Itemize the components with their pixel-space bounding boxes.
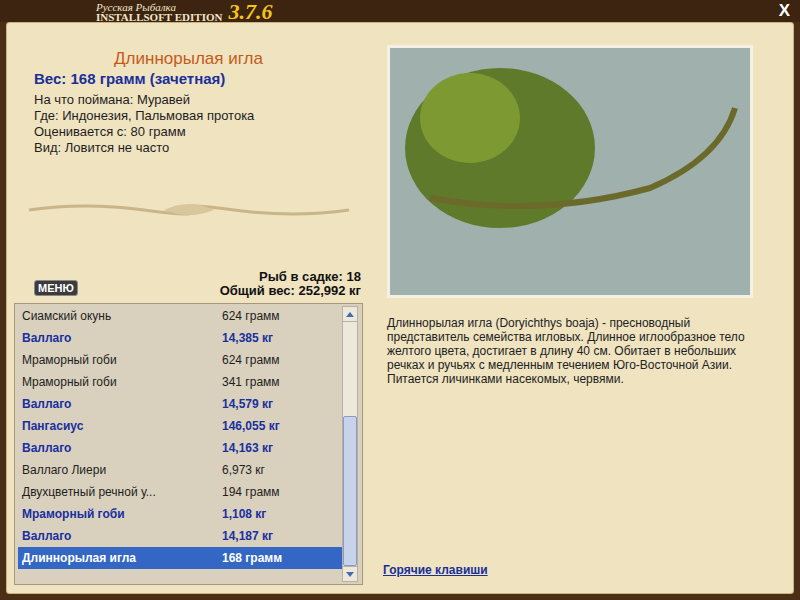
catch-row[interactable]: Мраморный гоби1,108 кг bbox=[18, 503, 342, 525]
version: 3.7.6 bbox=[228, 2, 272, 22]
parchment: Длиннорылая иглаВес: 168 грамм (зачетная… bbox=[6, 22, 794, 594]
keepnet: Рыб в садке: 18Общий вес: 252,992 кг bbox=[220, 270, 361, 298]
catch-row[interactable]: Мраморный гоби341 грамм bbox=[18, 371, 342, 393]
right-column: Длиннорылая игла (Doryichthys boaja) - п… bbox=[363, 23, 793, 593]
catch-name: Мраморный гоби bbox=[18, 505, 222, 523]
logo-line2: INSTALLSOFT EDITION bbox=[96, 12, 222, 22]
fish-card: Длиннорылая иглаВес: 168 грамм (зачетная… bbox=[14, 25, 363, 300]
catch-row[interactable]: Валлаго Лиери6,973 кг bbox=[18, 459, 342, 481]
scroll-down-icon[interactable] bbox=[343, 566, 357, 581]
catch-row[interactable]: Сиамский окунь624 грамм bbox=[18, 305, 342, 327]
scroll-track[interactable] bbox=[343, 322, 357, 566]
catch-name: Сиамский окунь bbox=[18, 307, 222, 325]
catch-name: Валлаго Лиери bbox=[18, 461, 222, 479]
scrollbar[interactable] bbox=[342, 306, 358, 582]
catch-name: Валлаго bbox=[18, 329, 222, 347]
detail-line: Где: Индонезия, Пальмовая протока bbox=[34, 108, 363, 124]
catch-row[interactable]: Пангасиус146,055 кг bbox=[18, 415, 342, 437]
catch-name: Длиннорылая игла bbox=[18, 549, 222, 567]
scroll-up-icon[interactable] bbox=[343, 307, 357, 322]
catch-weight: 14,163 кг bbox=[222, 439, 273, 457]
catch-row[interactable]: Валлаго14,579 кг bbox=[18, 393, 342, 415]
hotkeys-link[interactable]: Горячие клавиши bbox=[383, 561, 763, 579]
catch-weight: 624 грамм bbox=[222, 351, 280, 369]
catch-weight: 14,187 кг bbox=[222, 527, 273, 545]
detail-line: Оценивается с: 80 грамм bbox=[34, 124, 363, 140]
logo: Русская РыбалкаINSTALLSOFT EDITION 3.7.6 bbox=[96, 2, 272, 22]
scroll-thumb[interactable] bbox=[343, 416, 357, 566]
catch-weight: 341 грамм bbox=[222, 373, 280, 391]
divider bbox=[14, 198, 363, 222]
fish-weight: Вес: 168 грамм (зачетная) bbox=[14, 69, 363, 89]
catch-name: Валлаго bbox=[18, 395, 222, 413]
menu-row: МЕНЮ Рыб в садке: 18Общий вес: 252,992 кг bbox=[14, 270, 363, 298]
fish-photo bbox=[387, 45, 753, 298]
detail-line: На что поймана: Муравей bbox=[34, 92, 363, 108]
catch-name: Двухцветный речной у... bbox=[18, 483, 222, 501]
catch-weight: 624 грамм bbox=[222, 307, 280, 325]
catch-rows: Сиамский окунь624 граммВаллаго14,385 кгМ… bbox=[15, 304, 342, 584]
left-column: Длиннорылая иглаВес: 168 грамм (зачетная… bbox=[7, 23, 363, 593]
catch-row[interactable]: Валлаго14,163 кг bbox=[18, 437, 342, 459]
catch-list: Сиамский окунь624 граммВаллаго14,385 кгМ… bbox=[14, 303, 363, 585]
close-button[interactable]: X bbox=[779, 1, 790, 21]
catch-name: Мраморный гоби bbox=[18, 373, 222, 391]
catch-row[interactable]: Мраморный гоби624 грамм bbox=[18, 349, 342, 371]
menu-button[interactable]: МЕНЮ bbox=[34, 280, 78, 296]
logo-line1: Русская Рыбалка bbox=[96, 2, 222, 12]
catch-row[interactable]: Длиннорылая игла168 грамм bbox=[18, 547, 342, 569]
catch-weight: 1,108 кг bbox=[222, 505, 266, 523]
catch-name: Валлаго bbox=[18, 527, 222, 545]
catch-weight: 146,055 кг bbox=[222, 417, 280, 435]
catch-row[interactable]: Двухцветный речной у...194 грамм bbox=[18, 481, 342, 503]
catch-weight: 14,579 кг bbox=[222, 395, 273, 413]
catch-name: Пангасиус bbox=[18, 417, 222, 435]
catch-weight: 14,385 кг bbox=[222, 329, 273, 347]
keepnet-count: Рыб в садке: 18 bbox=[259, 270, 361, 284]
catch-name: Валлаго bbox=[18, 439, 222, 457]
catch-name: Мраморный гоби bbox=[18, 351, 222, 369]
catch-weight: 194 грамм bbox=[222, 483, 280, 501]
logo-text: Русская РыбалкаINSTALLSOFT EDITION bbox=[96, 2, 222, 22]
keepnet-total: Общий вес: 252,992 кг bbox=[220, 284, 361, 298]
detail-line: Вид: Ловится не часто bbox=[34, 140, 363, 156]
catch-weight: 168 грамм bbox=[222, 549, 282, 567]
fish-details: На что поймана: МуравейГде: Индонезия, П… bbox=[14, 89, 363, 156]
fish-name: Длиннорылая игла bbox=[14, 25, 363, 69]
title-bar: Русская РыбалкаINSTALLSOFT EDITION 3.7.6 X bbox=[0, 0, 800, 22]
catch-weight: 6,973 кг bbox=[222, 461, 265, 479]
catch-row[interactable]: Валлаго14,187 кг bbox=[18, 525, 342, 547]
description: Длиннорылая игла (Doryichthys boaja) - п… bbox=[387, 316, 763, 386]
catch-row[interactable]: Валлаго14,385 кг bbox=[18, 327, 342, 349]
